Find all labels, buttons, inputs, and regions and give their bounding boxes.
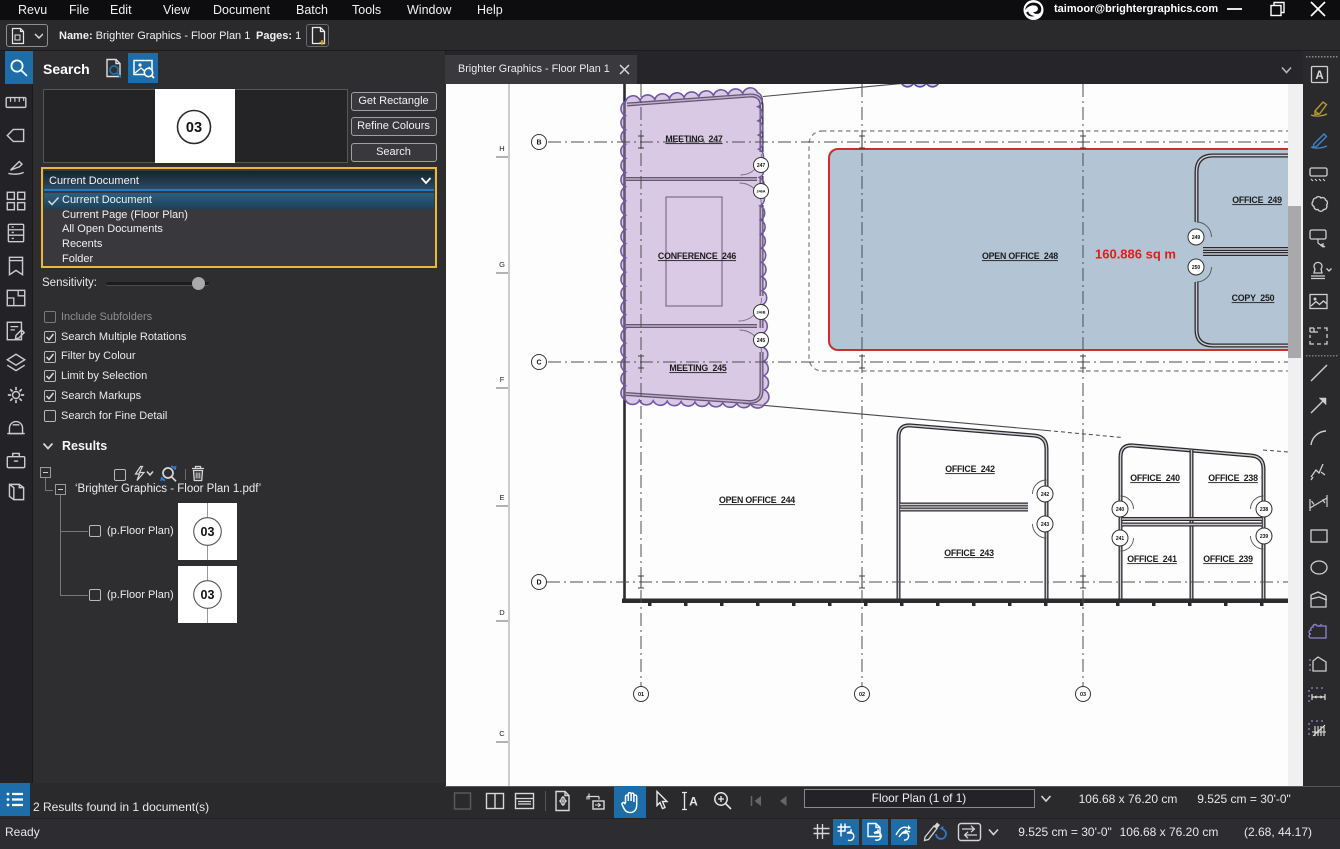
- svg-text:C: C: [499, 729, 505, 738]
- svg-text:G: G: [499, 260, 505, 269]
- svg-text:03: 03: [186, 120, 202, 136]
- svg-text:03: 03: [1080, 692, 1086, 698]
- svg-text:239: 239: [1260, 534, 1269, 540]
- svg-text:MEETING 247: MEETING 247: [665, 134, 723, 144]
- svg-text:02: 02: [859, 692, 865, 698]
- svg-text:CONFERENCE 246: CONFERENCE 246: [658, 251, 736, 261]
- svg-text:03: 03: [201, 525, 215, 539]
- svg-text:245: 245: [757, 338, 766, 344]
- svg-text:OFFICE 238: OFFICE 238: [1208, 473, 1258, 483]
- svg-text:OPEN OFFICE 248: OPEN OFFICE 248: [982, 251, 1058, 261]
- svg-text:OFFICE 243: OFFICE 243: [944, 548, 994, 558]
- svg-text:F: F: [500, 375, 505, 384]
- svg-text:246B: 246B: [756, 310, 765, 314]
- svg-text:OPEN OFFICE 244: OPEN OFFICE 244: [719, 495, 795, 505]
- svg-text:OFFICE 241: OFFICE 241: [1127, 554, 1177, 564]
- svg-text:A: A: [689, 795, 698, 809]
- svg-text:03: 03: [201, 588, 215, 602]
- svg-text:247: 247: [757, 163, 766, 169]
- svg-text:MEETING 245: MEETING 245: [669, 363, 727, 373]
- svg-text:D: D: [536, 580, 541, 587]
- svg-text:01: 01: [638, 692, 644, 698]
- svg-text:238: 238: [1260, 507, 1269, 513]
- svg-text:249: 249: [1192, 235, 1201, 241]
- svg-text:250: 250: [1192, 265, 1201, 271]
- svg-text:A: A: [1315, 70, 1323, 82]
- svg-text:OFFICE 239: OFFICE 239: [1203, 554, 1253, 564]
- svg-text:246A: 246A: [756, 189, 765, 193]
- svg-text:E: E: [499, 493, 504, 502]
- svg-text:D: D: [499, 608, 505, 617]
- svg-text:243: 243: [1041, 522, 1050, 528]
- svg-text:COPY 250: COPY 250: [1232, 293, 1275, 303]
- svg-text:240: 240: [1116, 507, 1125, 513]
- svg-text:H: H: [499, 144, 504, 153]
- svg-text:241: 241: [1116, 536, 1125, 542]
- svg-text:OFFICE 242: OFFICE 242: [945, 464, 995, 474]
- svg-text:160.886 sq m: 160.886 sq m: [1095, 247, 1176, 262]
- svg-text:B: B: [536, 140, 541, 147]
- svg-text:OFFICE 249: OFFICE 249: [1232, 195, 1282, 205]
- svg-text:OFFICE 240: OFFICE 240: [1130, 473, 1180, 483]
- svg-text:242: 242: [1041, 492, 1050, 498]
- svg-text:C: C: [536, 360, 541, 367]
